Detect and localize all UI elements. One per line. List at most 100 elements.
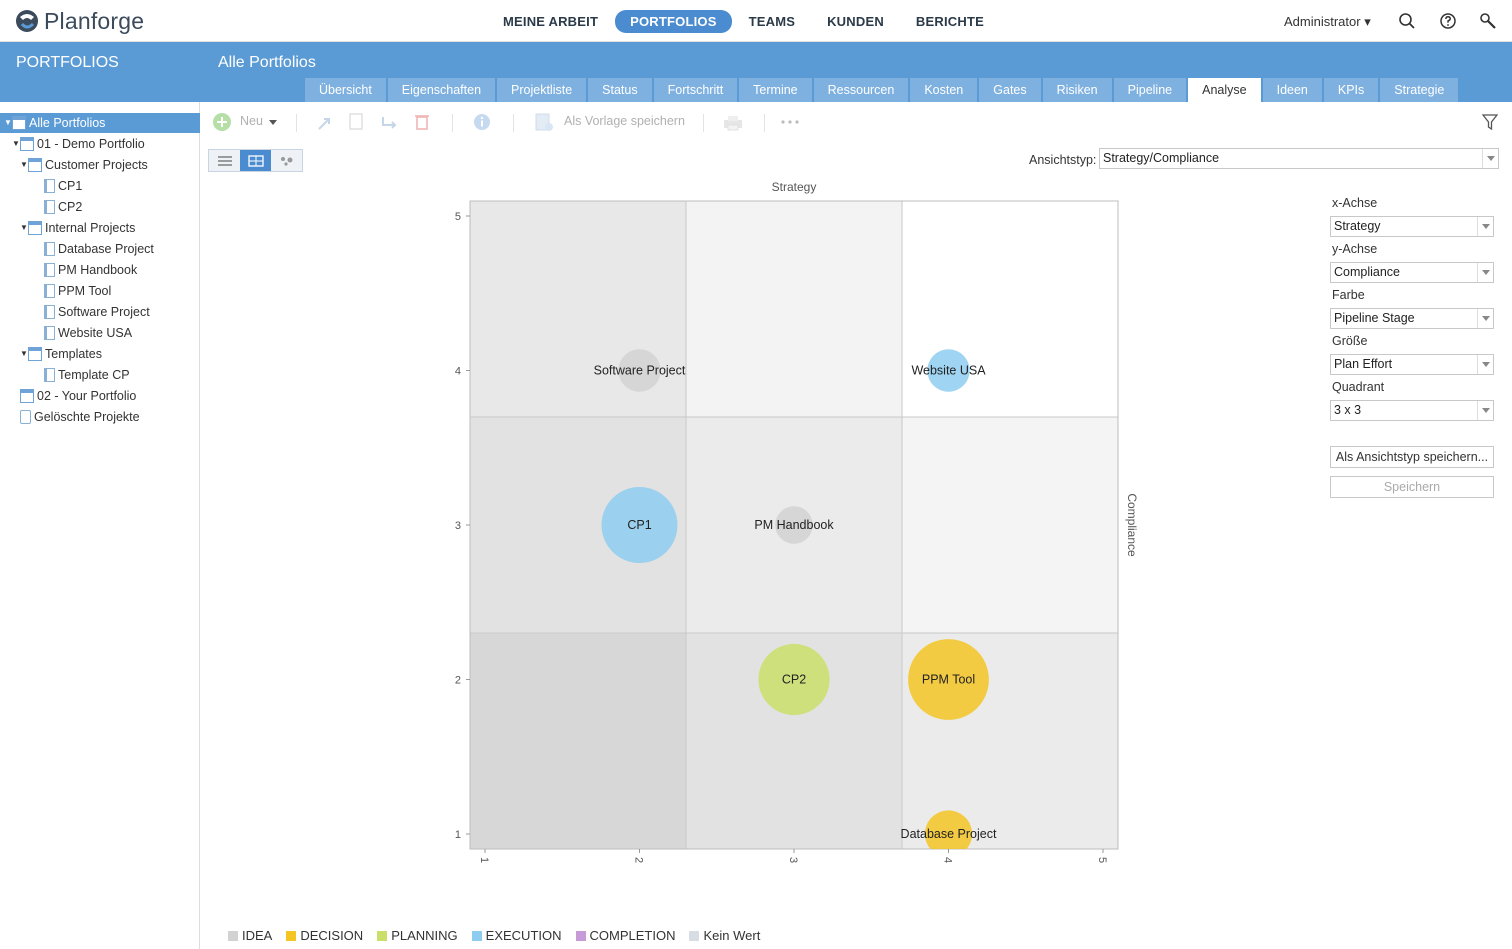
y-axis-select[interactable]: Compliance — [1330, 262, 1494, 283]
color-select[interactable]: Pipeline Stage — [1330, 308, 1494, 329]
nav-item-portfolios[interactable]: PORTFOLIOS — [615, 10, 732, 33]
template-icon — [44, 368, 55, 382]
toolbar-separator — [513, 114, 514, 132]
tools-icon[interactable] — [1479, 12, 1497, 30]
project-icon — [44, 263, 55, 277]
tab-analyse[interactable]: Analyse — [1188, 78, 1261, 102]
more-icon[interactable] — [780, 119, 800, 125]
y-tick-label: 2 — [455, 675, 461, 687]
tree-item[interactable]: CP2 — [0, 197, 82, 217]
info-icon[interactable] — [473, 113, 491, 131]
view-type-select[interactable]: Strategy/Compliance — [1099, 148, 1499, 169]
matrix-view-button[interactable] — [240, 150, 271, 171]
help-icon[interactable] — [1439, 12, 1457, 30]
new-button[interactable]: Neu — [240, 114, 263, 128]
legend-item[interactable]: IDEA — [228, 928, 272, 943]
legend-item[interactable]: Kein Wert — [689, 928, 760, 943]
filter-icon[interactable] — [1482, 114, 1498, 130]
tree-item[interactable]: 02 - Your Portfolio — [0, 386, 136, 406]
tab-strategie[interactable]: Strategie — [1380, 78, 1459, 102]
legend-swatch — [286, 930, 297, 941]
bubble-view-button[interactable] — [271, 150, 302, 171]
tree-item[interactable]: ▼ Alle Portfolios — [0, 113, 200, 133]
legend-swatch — [471, 930, 482, 941]
tab-projektliste[interactable]: Projektliste — [497, 78, 587, 102]
print-icon[interactable] — [722, 114, 744, 132]
tab-kpis[interactable]: KPIs — [1323, 78, 1379, 102]
legend-swatch — [228, 930, 238, 941]
tab-gates[interactable]: Gates — [979, 78, 1041, 102]
search-icon[interactable] — [1398, 12, 1416, 30]
nav-item-teams[interactable]: TEAMS — [734, 10, 811, 33]
size-select[interactable]: Plan Effort — [1330, 354, 1494, 375]
tree-item-label: Internal Projects — [45, 221, 136, 235]
project-icon — [44, 200, 55, 214]
tab-ressourcen[interactable]: Ressourcen — [813, 78, 909, 102]
quadrant-label: Quadrant — [1332, 380, 1385, 394]
x-axis-select[interactable]: Strategy — [1330, 216, 1494, 237]
save-as-view-type-button[interactable]: Als Ansichtstyp speichern... — [1330, 446, 1494, 468]
expand-toggle-icon[interactable]: ▼ — [4, 113, 12, 133]
legend-item[interactable]: EXECUTION — [471, 928, 562, 943]
save-button[interactable]: Speichern — [1330, 476, 1494, 498]
y-tick-label: 1 — [455, 829, 461, 841]
expand-toggle-icon[interactable]: ▼ — [20, 344, 28, 364]
tab-eigenschaften[interactable]: Eigenschaften — [387, 78, 496, 102]
tab-termine[interactable]: Termine — [739, 78, 812, 102]
tree-item-label: 02 - Your Portfolio — [37, 389, 137, 403]
project-icon — [44, 326, 55, 340]
legend-item[interactable]: PLANNING — [377, 928, 458, 943]
legend-label: EXECUTION — [485, 928, 562, 943]
expand-toggle-icon[interactable]: ▼ — [20, 218, 28, 238]
tree-item-label: Software Project — [58, 305, 150, 319]
main-nav: MEINE ARBEIT PORTFOLIOS TEAMS KUNDEN BERICHT… — [488, 10, 1001, 33]
user-menu[interactable]: Administrator ▾ — [1284, 14, 1371, 30]
app-logo[interactable]: Planforge — [14, 7, 144, 35]
convert-icon[interactable] — [380, 114, 400, 132]
tab-risiken[interactable]: Risiken — [1042, 78, 1112, 102]
tab-übersicht[interactable]: Übersicht — [305, 78, 386, 102]
nav-item-kunden[interactable]: KUNDEN — [812, 10, 899, 33]
tab-fortschritt[interactable]: Fortschritt — [653, 78, 738, 102]
tree-item[interactable]: Software Project — [0, 302, 150, 322]
tree-item[interactable]: Gelöschte Projekte — [0, 407, 140, 427]
list-view-button[interactable] — [209, 150, 240, 171]
tab-ideen[interactable]: Ideen — [1262, 78, 1322, 102]
save-as-template-button[interactable]: Als Vorlage speichern — [564, 114, 685, 128]
tree-item-label: Alle Portfolios — [29, 116, 106, 130]
tree-item[interactable]: PM Handbook — [0, 260, 137, 280]
tree-item[interactable]: ▼ 01 - Demo Portfolio — [0, 134, 145, 154]
tree-item[interactable]: ▼ Customer Projects — [0, 155, 148, 175]
legend-item[interactable]: DECISION — [286, 928, 363, 943]
tab-kosten[interactable]: Kosten — [910, 78, 978, 102]
tree-item[interactable]: CP1 — [0, 176, 82, 196]
expand-toggle-icon[interactable]: ▼ — [12, 134, 20, 154]
y-tick-label: 5 — [455, 211, 461, 223]
portfolio-icon — [20, 137, 34, 151]
template-icon[interactable] — [534, 112, 556, 132]
move-icon[interactable] — [316, 114, 334, 132]
tree-item[interactable]: Template CP — [0, 365, 130, 385]
nav-item-berichte[interactable]: BERICHTE — [901, 10, 999, 33]
quadrant-cell — [901, 416, 1119, 634]
legend-swatch — [377, 930, 388, 941]
tree-item-label: Templates — [45, 347, 102, 361]
tree-item[interactable]: Website USA — [0, 323, 132, 343]
tree-item[interactable]: ▼ Internal Projects — [0, 218, 135, 238]
delete-icon[interactable] — [414, 113, 430, 131]
quadrant-select[interactable]: 3 x 3 — [1330, 400, 1494, 421]
tree-item[interactable]: Database Project — [0, 239, 154, 259]
legend-item[interactable]: COMPLETION — [575, 928, 675, 943]
tree-item[interactable]: ▼ Templates — [0, 344, 102, 364]
y-tick-label: 4 — [455, 366, 461, 378]
new-dropdown-icon[interactable] — [269, 120, 277, 126]
add-icon[interactable] — [212, 112, 232, 132]
tab-status[interactable]: Status — [588, 78, 652, 102]
x-tick-label: 2 — [633, 857, 645, 863]
nav-item-meine-arbeit[interactable]: MEINE ARBEIT — [488, 10, 613, 33]
quadrant-cell — [469, 632, 687, 850]
expand-toggle-icon[interactable]: ▼ — [20, 155, 28, 175]
copy-icon[interactable] — [348, 112, 366, 132]
tab-pipeline[interactable]: Pipeline — [1113, 78, 1187, 102]
tree-item[interactable]: PPM Tool — [0, 281, 111, 301]
